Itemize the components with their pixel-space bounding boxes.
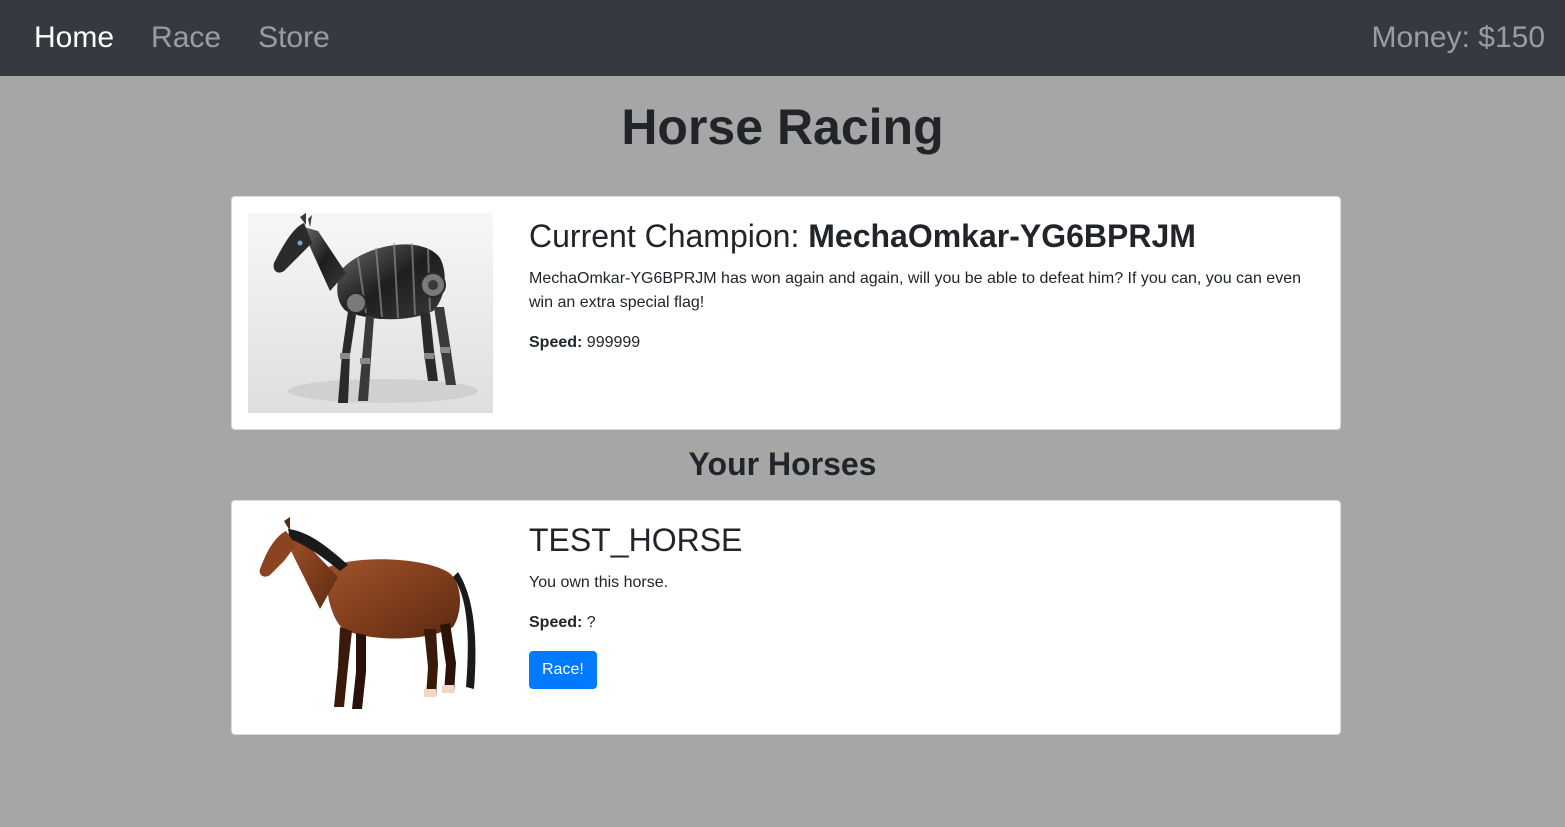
champion-card-body: Current Champion: MechaOmkar-YG6BPRJM Me…: [529, 217, 1310, 371]
brown-horse-image: [248, 517, 493, 717]
nav-race-link[interactable]: Race: [151, 23, 221, 53]
champion-title: Current Champion: MechaOmkar-YG6BPRJM: [529, 217, 1310, 255]
page-title: Horse Racing: [621, 99, 944, 155]
horse-name: TEST_HORSE: [529, 522, 743, 558]
horse-speed-value: ?: [586, 614, 596, 632]
champion-description: MechaOmkar-YG6BPRJM has won again and ag…: [529, 270, 1301, 312]
horse-card: TEST_HORSE You own this horse. Speed: ? …: [231, 500, 1341, 735]
horse-card-body: TEST_HORSE You own this horse. Speed: ? …: [529, 521, 1310, 690]
champion-speed-label: Speed:: [529, 334, 583, 352]
champion-title-prefix: Current Champion:: [529, 218, 809, 254]
champion-name: MechaOmkar-YG6BPRJM: [808, 218, 1196, 254]
nav-store-link[interactable]: Store: [258, 23, 330, 53]
champion-speed-value: 999999: [586, 334, 641, 352]
champion-card: Current Champion: MechaOmkar-YG6BPRJM Me…: [231, 196, 1341, 430]
nav-home-link[interactable]: Home: [34, 23, 114, 53]
horse-status: You own this horse.: [529, 574, 669, 592]
race-button[interactable]: Race!: [529, 651, 597, 690]
money-display: Money: $150: [1371, 21, 1545, 54]
horse-speed: Speed: ?: [529, 611, 1310, 635]
navbar: Home Race Store Money: $150: [0, 0, 1565, 76]
horse-speed-label: Speed:: [529, 614, 583, 632]
nav-links: Home Race Store: [34, 23, 367, 53]
robot-horse-image: [248, 213, 493, 413]
champion-speed: Speed: 999999: [529, 331, 1310, 355]
your-horses-title: Your Horses: [688, 446, 877, 482]
